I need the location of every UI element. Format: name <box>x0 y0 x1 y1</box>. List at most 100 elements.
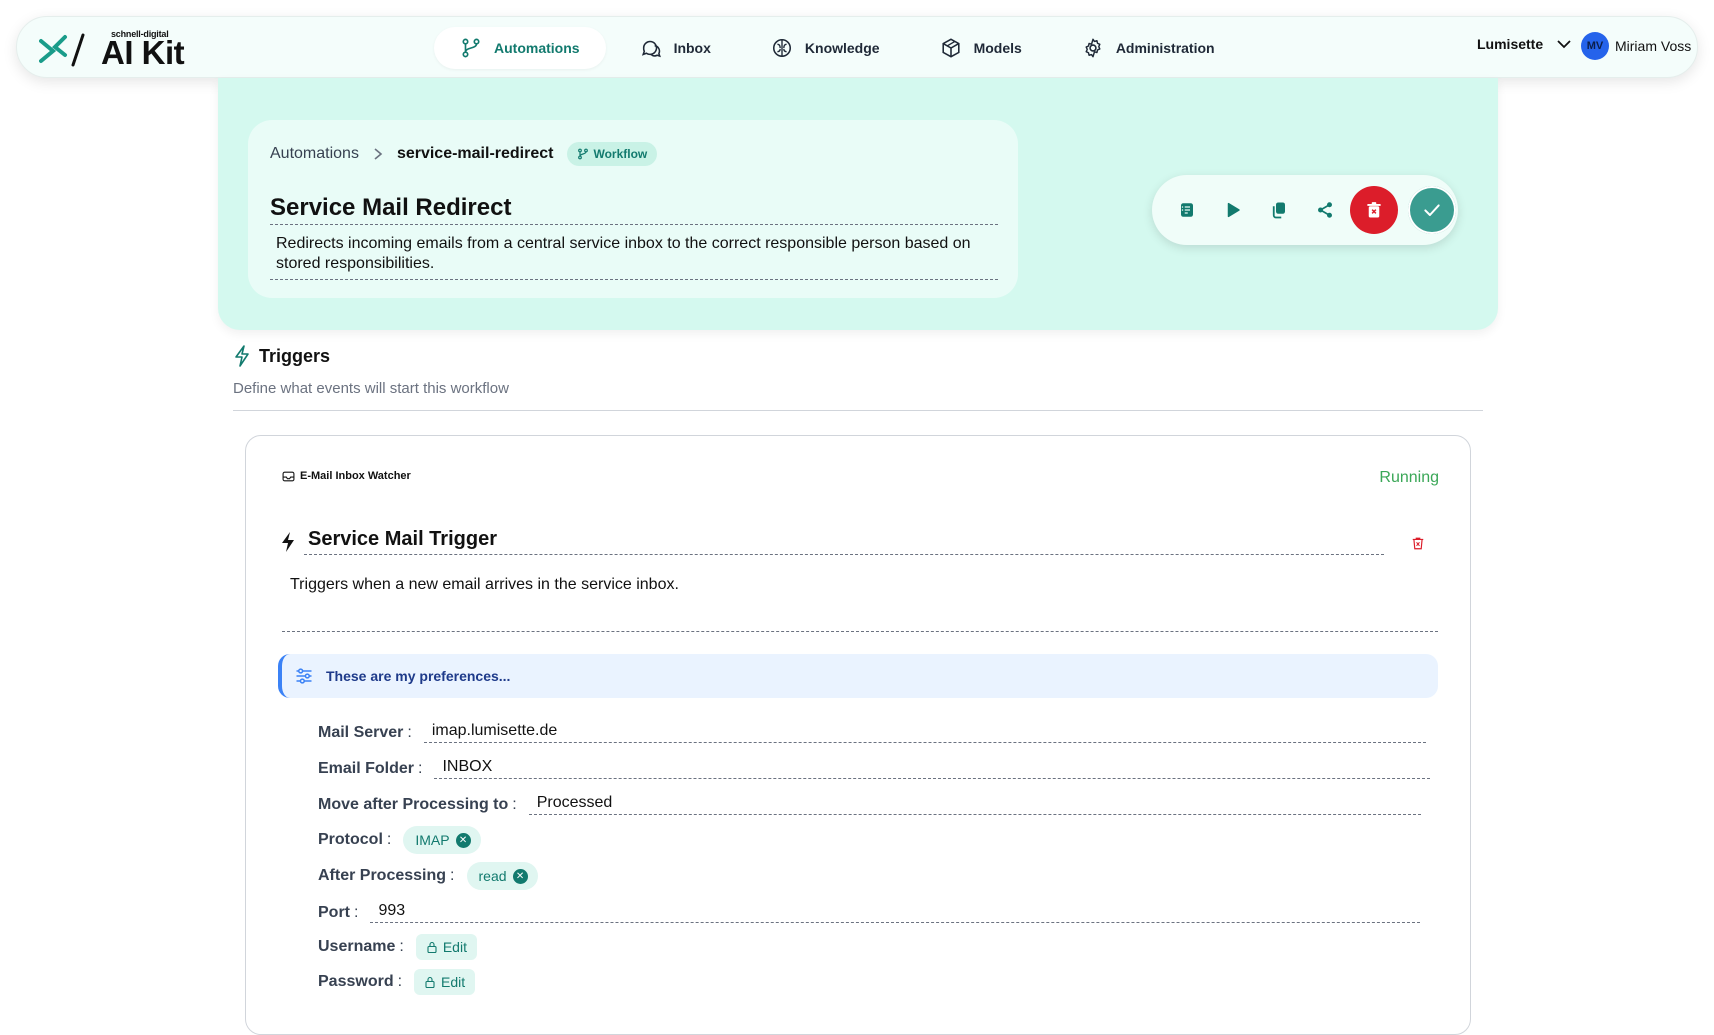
email-folder-input[interactable]: INBOX <box>434 758 1431 779</box>
save-button[interactable] <box>1408 186 1456 234</box>
field-colon: : <box>354 903 359 921</box>
field-colon: : <box>450 867 455 884</box>
workflow-toolbar <box>1152 175 1458 245</box>
mail-server-input[interactable]: imap.lumisette.de <box>423 722 1426 743</box>
triggers-subtitle: Define what events will start this workf… <box>233 380 509 397</box>
org-name: Lumisette <box>1477 36 1544 52</box>
nav-inbox-label: Inbox <box>673 40 711 56</box>
main-nav: Automations Inbox Knowledge Models Admin… <box>434 27 1241 69</box>
protocol-chip[interactable]: IMAP ✕ <box>403 826 481 854</box>
sliders-icon <box>296 668 312 684</box>
lightning-icon <box>235 345 249 367</box>
cube-icon <box>942 38 960 58</box>
chevron-right-icon <box>374 148 383 160</box>
trigger-type: E-Mail Inbox Watcher <box>282 470 411 482</box>
field-after-processing: After Processing : read ✕ <box>318 862 538 890</box>
run-button[interactable] <box>1210 187 1256 233</box>
inbox-icon <box>282 471 295 481</box>
workflow-description[interactable]: Redirects incoming emails from a central… <box>270 234 998 280</box>
logo-mark-icon <box>39 33 85 67</box>
trigger-title-row: Service Mail Trigger <box>280 528 1384 555</box>
edit-username-label: Edit <box>442 939 467 955</box>
chevron-down-icon <box>1557 40 1571 49</box>
delete-trigger-button[interactable] <box>1411 536 1425 551</box>
field-colon: : <box>512 795 517 813</box>
remove-chip-icon[interactable]: ✕ <box>455 832 471 848</box>
field-port: Port : 993 <box>318 902 1421 923</box>
workflow-tag: Workflow <box>567 142 658 166</box>
workflow-info-card: Automations service-mail-redirect Workfl… <box>248 120 1018 298</box>
field-label: Password <box>318 973 394 990</box>
field-colon: : <box>407 723 412 741</box>
lock-icon <box>427 941 437 953</box>
play-icon <box>1227 202 1240 218</box>
triggers-title: Triggers <box>259 345 331 366</box>
nav-inbox[interactable]: Inbox <box>614 27 737 69</box>
field-password: Password : Edit <box>318 969 476 995</box>
field-mail-server: Mail Server : imap.lumisette.de <box>318 722 1426 743</box>
remove-chip-icon[interactable]: ✕ <box>512 868 528 884</box>
nav-administration[interactable]: Administration <box>1056 27 1241 69</box>
preferences-banner[interactable]: These are my preferences... <box>278 654 1438 698</box>
breadcrumb-automations[interactable]: Automations <box>270 145 359 163</box>
trigger-card: E-Mail Inbox Watcher Running Service Mai… <box>245 435 1471 1035</box>
workflow-icon <box>578 148 589 160</box>
brain-icon <box>772 38 791 58</box>
trigger-type-label: E-Mail Inbox Watcher <box>300 470 411 482</box>
confirm-icon <box>1424 204 1440 216</box>
share-icon <box>1318 202 1332 218</box>
user-name: Miriam Voss <box>1615 38 1692 54</box>
nav-knowledge[interactable]: Knowledge <box>745 27 906 69</box>
field-colon: : <box>418 759 423 777</box>
delete-workflow-button[interactable] <box>1350 186 1398 234</box>
avatar: MV <box>1581 32 1609 60</box>
triggers-section-header: Triggers <box>233 345 330 367</box>
nav-automations-label: Automations <box>494 40 580 56</box>
share-button[interactable] <box>1302 187 1348 233</box>
notes-button[interactable] <box>1164 187 1210 233</box>
workflow-title[interactable]: Service Mail Redirect <box>270 194 998 225</box>
workflow-header: Automations service-mail-redirect Workfl… <box>218 78 1498 330</box>
field-protocol: Protocol : IMAP ✕ <box>318 826 481 854</box>
nav-automations[interactable]: Automations <box>434 27 606 69</box>
nav-administration-label: Administration <box>1115 40 1215 56</box>
brand-logo[interactable]: schnell-digital AI Kit <box>39 27 199 69</box>
brand-name: AI Kit <box>101 34 185 71</box>
field-move-after: Move after Processing to : Processed <box>318 794 1421 815</box>
duplicate-button[interactable] <box>1256 187 1302 233</box>
edit-username-button[interactable]: Edit <box>415 934 477 960</box>
preferences-text: These are my preferences... <box>326 668 511 684</box>
field-label: Move after Processing to <box>318 795 509 813</box>
org-switcher[interactable]: Lumisette <box>1477 36 1571 52</box>
nav-models[interactable]: Models <box>914 27 1048 69</box>
move-after-input[interactable]: Processed <box>528 794 1421 815</box>
breadcrumb-current: service-mail-redirect <box>396 145 554 162</box>
workflow-tag-label: Workflow <box>593 147 648 161</box>
after-processing-chip[interactable]: read ✕ <box>466 862 538 890</box>
delete-icon <box>1367 202 1381 218</box>
section-divider <box>233 410 1483 411</box>
trigger-description[interactable]: Triggers when a new email arrives in the… <box>282 576 1438 632</box>
field-colon: : <box>399 938 404 955</box>
top-navbar: schnell-digital AI Kit Automations Inbox… <box>16 16 1698 78</box>
user-menu[interactable]: MV Miriam Voss <box>1581 32 1691 60</box>
gear-icon <box>1085 38 1101 58</box>
status-badge: Running <box>1379 469 1439 486</box>
edit-password-button[interactable]: Edit <box>414 969 476 995</box>
field-label: Username <box>318 938 396 955</box>
trigger-name[interactable]: Service Mail Trigger <box>304 528 1384 555</box>
field-email-folder: Email Folder : INBOX <box>318 758 1431 779</box>
nav-models-label: Models <box>973 40 1022 56</box>
notes-icon <box>1181 203 1193 217</box>
chat-bubbles-icon <box>641 40 661 58</box>
field-label: Port <box>318 903 350 921</box>
field-colon: : <box>386 831 392 848</box>
port-input[interactable]: 993 <box>370 902 1421 923</box>
copy-icon <box>1272 202 1285 219</box>
edit-password-label: Edit <box>441 974 466 990</box>
breadcrumb: Automations service-mail-redirect Workfl… <box>270 142 658 166</box>
field-label: Mail Server <box>318 723 404 741</box>
field-username: Username : Edit <box>318 934 477 960</box>
workflow-icon <box>462 38 480 58</box>
field-label: Protocol <box>318 831 383 848</box>
